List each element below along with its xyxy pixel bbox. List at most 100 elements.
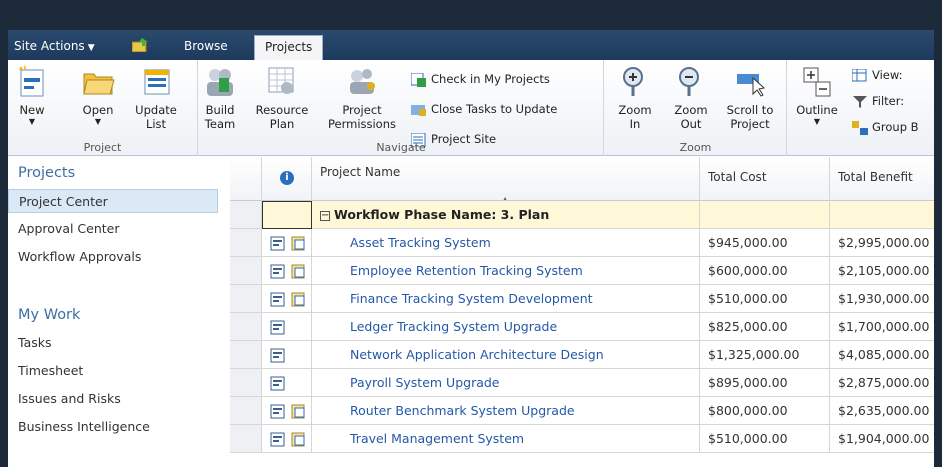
window-frame-left [0, 0, 8, 467]
total-cost-cell[interactable]: $800,000.00 [700, 397, 830, 425]
total-benefit-cell[interactable]: $2,635,000.00 [830, 397, 934, 425]
site-actions-menu[interactable]: Site Actions ▼ [14, 38, 95, 60]
table-row[interactable]: Ledger Tracking System Upgrade $825,000.0… [230, 313, 934, 341]
project-permissions-button[interactable]: Project Permissions [325, 64, 399, 131]
row-selector[interactable] [230, 229, 262, 257]
row-selector[interactable] [230, 201, 262, 229]
scroll-to-project-button[interactable]: Scroll to Project [721, 64, 779, 131]
nav-heading-projects[interactable]: Projects [18, 165, 75, 181]
project-name-link[interactable]: Router Benchmark System Upgrade [320, 403, 575, 418]
project-name-link[interactable]: Asset Tracking System [320, 235, 491, 250]
row-selector[interactable] [230, 257, 262, 285]
nav-item-approval-center[interactable]: Approval Center [8, 217, 218, 241]
group-benefit-cell [830, 201, 934, 229]
outline-button[interactable]: Outline ▼ [792, 64, 842, 127]
navigate-up-icon[interactable] [132, 38, 150, 52]
project-site-indicator-icon[interactable] [291, 432, 306, 447]
group-by-selector[interactable]: Group B [852, 118, 919, 136]
tab-browse[interactable]: Browse [184, 38, 228, 60]
row-selector[interactable] [230, 313, 262, 341]
group-header-label: Workflow Phase Name: 3. Plan [334, 207, 550, 222]
total-cost-cell[interactable]: $510,000.00 [700, 425, 830, 453]
project-name-cell[interactable]: Finance Tracking System Development [312, 285, 700, 313]
column-header-project-name[interactable]: Project Name ▲ [312, 157, 700, 201]
nav-item-workflow-approvals[interactable]: Workflow Approvals [8, 245, 218, 269]
new-button[interactable]: New ▼ [14, 64, 50, 127]
tab-projects[interactable]: Projects [254, 35, 324, 60]
total-cost-cell[interactable]: $895,000.00 [700, 369, 830, 397]
total-cost-cell[interactable]: $510,000.00 [700, 285, 830, 313]
nav-item-project-center[interactable]: Project Center [8, 189, 218, 213]
table-row[interactable]: Travel Management System $510,000.00 $1,90… [230, 425, 934, 453]
total-benefit-cell[interactable]: $4,085,000.00 [830, 341, 934, 369]
group-header-cell[interactable]: − Workflow Phase Name: 3. Plan [312, 201, 700, 229]
total-cost-cell[interactable]: $1,325,000.00 [700, 341, 830, 369]
column-header-total-benefit[interactable]: Total Benefit [830, 157, 934, 201]
project-name-cell[interactable]: Network Application Architecture Design [312, 341, 700, 369]
column-header-total-cost[interactable]: Total Cost [700, 157, 830, 201]
project-name-cell[interactable]: Travel Management System [312, 425, 700, 453]
total-cost-cell[interactable]: $945,000.00 [700, 229, 830, 257]
total-benefit-cell[interactable]: $2,995,000.00 [830, 229, 934, 257]
row-selector[interactable] [230, 425, 262, 453]
table-row[interactable]: Asset Tracking System $945,000.00 $2,995,0… [230, 229, 934, 257]
filter-icon [853, 95, 867, 108]
project-site-indicator-icon[interactable] [291, 236, 306, 251]
table-row[interactable]: Network Application Architecture Design $… [230, 341, 934, 369]
project-name-link[interactable]: Employee Retention Tracking System [320, 263, 583, 278]
project-name-link[interactable]: Travel Management System [320, 431, 524, 446]
indicator-column-header[interactable]: i [262, 157, 312, 201]
group-header-row[interactable]: − Workflow Phase Name: 3. Plan [230, 201, 934, 229]
close-tasks-button[interactable]: Close Tasks to Update [411, 100, 557, 118]
collapse-icon[interactable]: − [320, 210, 330, 221]
nav-item-issues-and-risks[interactable]: Issues and Risks [8, 387, 218, 411]
project-type-icon [270, 404, 285, 419]
table-row[interactable]: Finance Tracking System Development $510,… [230, 285, 934, 313]
table-row[interactable]: Employee Retention Tracking System $600,0… [230, 257, 934, 285]
nav-item-tasks[interactable]: Tasks [8, 331, 218, 355]
project-name-cell[interactable]: Ledger Tracking System Upgrade [312, 313, 700, 341]
project-site-indicator-icon[interactable] [291, 404, 306, 419]
nav-heading-my-work[interactable]: My Work [18, 307, 80, 323]
table-row[interactable]: Router Benchmark System Upgrade $800,000.… [230, 397, 934, 425]
project-site-indicator-icon[interactable] [291, 264, 306, 279]
total-cost-cell[interactable]: $600,000.00 [700, 257, 830, 285]
project-site-indicator-icon[interactable] [291, 292, 306, 307]
nav-item-timesheet[interactable]: Timesheet [8, 359, 218, 383]
project-name-link[interactable]: Network Application Architecture Design [320, 347, 604, 362]
select-all-header[interactable] [230, 157, 262, 201]
zoom-in-button[interactable]: Zoom In [615, 64, 655, 131]
project-name-cell[interactable]: Router Benchmark System Upgrade [312, 397, 700, 425]
row-selector[interactable] [230, 341, 262, 369]
row-selector[interactable] [230, 369, 262, 397]
total-benefit-cell[interactable]: $1,930,000.00 [830, 285, 934, 313]
zoom-out-button[interactable]: Zoom Out [671, 64, 711, 131]
total-benefit-cell[interactable]: $1,700,000.00 [830, 313, 934, 341]
row-selector[interactable] [230, 397, 262, 425]
open-button[interactable]: Open ▼ [78, 64, 118, 127]
update-list-button[interactable]: Update List [134, 64, 178, 131]
scroll-to-project-label-2: Project [730, 117, 770, 131]
resource-plan-button[interactable]: Resource Plan [253, 64, 311, 131]
project-name-cell[interactable]: Asset Tracking System [312, 229, 700, 257]
project-name-cell[interactable]: Payroll System Upgrade [312, 369, 700, 397]
total-benefit-cell[interactable]: $2,105,000.00 [830, 257, 934, 285]
project-name-link[interactable]: Ledger Tracking System Upgrade [320, 319, 557, 334]
table-row[interactable]: Payroll System Upgrade $895,000.00 $2,875,… [230, 369, 934, 397]
project-name-link[interactable]: Finance Tracking System Development [320, 291, 593, 306]
ribbon-group-navigate: Build Team Resource Plan Project Permiss… [199, 60, 604, 156]
row-indicator-cell[interactable] [262, 201, 312, 229]
row-selector[interactable] [230, 285, 262, 313]
nav-item-business-intelligence[interactable]: Business Intelligence [8, 415, 218, 439]
total-cost-cell[interactable]: $825,000.00 [700, 313, 830, 341]
build-team-button[interactable]: Build Team [203, 64, 237, 131]
total-benefit-cell[interactable]: $2,875,000.00 [830, 369, 934, 397]
project-grid: i Project Name ▲ Total Cost Total Benefi… [230, 157, 934, 467]
total-benefit-cell[interactable]: $1,904,000.00 [830, 425, 934, 453]
check-in-projects-button[interactable]: Check in My Projects [411, 70, 550, 88]
project-name-link[interactable]: Payroll System Upgrade [320, 375, 500, 390]
ribbon-group-project: New ▼ Open ▼ Update List Project [8, 60, 198, 156]
project-name-cell[interactable]: Employee Retention Tracking System [312, 257, 700, 285]
filter-selector[interactable]: Filter: [852, 92, 904, 110]
view-selector[interactable]: View: [852, 66, 903, 84]
